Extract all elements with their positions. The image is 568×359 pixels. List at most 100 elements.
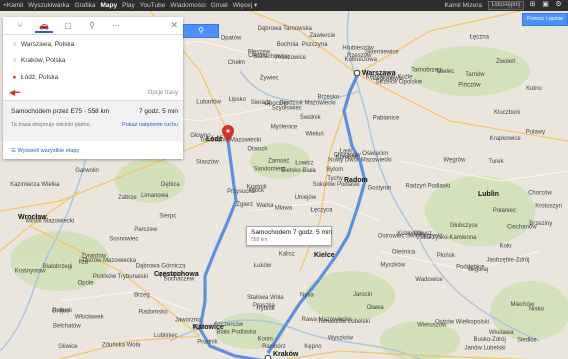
town-label: Radzyń Podlaski — [406, 184, 451, 190]
town-label: Biała Podlaska — [216, 330, 256, 336]
transit-icon[interactable]: ▢ — [59, 20, 77, 31]
town-label: Łowicz — [295, 161, 313, 167]
route-summary[interactable]: Samochodem przez E75 · 558 km 7 godz. 5 … — [3, 100, 183, 141]
town-label: Brzeziny — [529, 221, 552, 227]
town-label: Włocławek — [75, 315, 105, 321]
town-label: Jędrzejów — [156, 272, 184, 278]
directions-panel: ⑂ 🚗 ▢ ⚲ ··· ✕ ○ Warszawa, Polska ○ Kraków,… — [3, 17, 183, 159]
town-label: Piotrków Trybunalski — [93, 274, 148, 280]
town-label: Wieluń — [305, 131, 323, 137]
route-time: 7 godz. 5 min — [138, 108, 178, 115]
more-icon[interactable]: ··· — [107, 20, 125, 31]
waypoint-3[interactable]: ● Łódź, Polska — [11, 72, 171, 84]
town-label: Krotoszyn — [535, 204, 562, 210]
town-label: Chorzów — [528, 191, 552, 197]
town-label: Biłgoraj — [468, 267, 488, 273]
town-label: Sosnowiec — [109, 237, 138, 243]
car-icon[interactable]: 🚗 — [35, 20, 53, 33]
settings-icon[interactable]: ⚙ — [554, 1, 563, 9]
town-label: Opole — [78, 280, 95, 286]
town-label: Pińczów — [458, 82, 481, 88]
nav-images[interactable]: Grafika — [75, 1, 96, 10]
waypoint-2-label: Kraków, Polska — [21, 57, 66, 64]
town-label: Uniejów — [295, 195, 317, 201]
toll-warning: Ta trasa obejmuje odcinki płatne. — [11, 122, 92, 128]
town-label: Stalowa Wola — [247, 295, 284, 301]
marker-krakow[interactable] — [264, 354, 272, 359]
town-label: Busko-Zdrój — [474, 337, 506, 343]
town-label: Lipsko — [229, 97, 247, 103]
walk-icon[interactable]: ⚲ — [83, 20, 101, 31]
route-options-link[interactable]: Opcje trasy — [148, 90, 178, 96]
town-label: Bielsko-Biała — [281, 168, 316, 174]
town-label: Kolbuszowa — [345, 57, 378, 63]
waypoint-2[interactable]: ○ Kraków, Polska — [11, 55, 171, 67]
town-label: Myszków — [380, 262, 405, 268]
town-label: Puławy — [526, 130, 545, 136]
town-label: Nisko — [529, 307, 545, 313]
city-label: Kielce — [314, 252, 335, 259]
town-label: Żywiec — [260, 74, 279, 81]
nav-search[interactable]: Wyszukiwarka — [28, 1, 69, 10]
town-label: Praszka — [253, 303, 275, 309]
town-label: Oświęcim — [362, 151, 388, 157]
user-name[interactable]: Kamil Mizera — [444, 1, 482, 10]
notifications-icon[interactable]: ▣ — [541, 1, 550, 9]
close-icon[interactable]: ✕ — [170, 20, 178, 31]
town-label: Myślenice — [271, 125, 298, 131]
town-label: Kępno — [304, 344, 322, 350]
nav-maps[interactable]: Mapy — [101, 1, 118, 10]
directions-icon[interactable]: ⑂ — [11, 20, 29, 31]
all-steps-label: Wyświetl wszystkie etapy — [17, 148, 80, 154]
town-label: Kazimierza Wielka — [10, 182, 60, 188]
town-label: Kluczbork — [494, 110, 521, 116]
search-button[interactable]: ⚲ — [183, 24, 219, 38]
town-label: Dębica — [161, 182, 180, 188]
waypoint-3-label: Łódź, Polska — [21, 74, 59, 81]
town-label: Siedlce — [517, 337, 537, 343]
town-label: Łęczna — [470, 34, 490, 40]
town-label: Kraśnystaw — [15, 269, 47, 275]
all-steps-link[interactable]: ☰ Wyświetl wszystkie etapy — [11, 148, 79, 154]
town-label: Ryki — [192, 325, 204, 331]
town-label: Mielec — [437, 69, 454, 75]
city-label: Lublin — [478, 191, 499, 198]
nav-youtube[interactable]: YouTube — [140, 1, 166, 10]
destination-pin-icon: ● — [12, 74, 17, 81]
nav-play[interactable]: Play — [122, 1, 135, 10]
nav-gmail[interactable]: Gmail — [211, 1, 228, 10]
town-label: Włodawa — [489, 330, 514, 336]
route-title: Samochodem przez E75 · 558 km — [11, 108, 110, 115]
town-label: Pabianice — [373, 115, 400, 121]
nav-more[interactable]: Więcej ▾ — [233, 1, 258, 10]
town-label: Kutno — [526, 86, 542, 92]
nav-news[interactable]: Wiadomości — [170, 1, 205, 10]
town-label: Zabrze — [118, 195, 137, 201]
marker-warszawa[interactable] — [353, 69, 361, 77]
town-label: Tychy — [327, 176, 343, 182]
town-label: Chełm — [228, 60, 245, 66]
origin-dot-icon: ○ — [12, 41, 17, 48]
apps-icon[interactable]: ⊞ — [528, 1, 537, 9]
town-label: Pszczyna — [302, 42, 328, 48]
tooltip-duration: Samochodem 7 godz. 5 min — [251, 229, 332, 236]
google-nav: +Kamil Wyszukiwarka Grafika Mapy Play Yo… — [3, 1, 257, 10]
help-feedback-button[interactable]: Pomoc i opinie — [522, 13, 568, 26]
town-label: Janów Lubelski — [465, 345, 506, 351]
town-label: Połaniec — [493, 208, 516, 214]
show-traffic-link[interactable]: Pokaż natężenie ruchu — [122, 122, 178, 128]
nav-plus[interactable]: +Kamil — [3, 1, 23, 10]
share-button[interactable]: Udostępnij — [487, 1, 524, 10]
town-label: Białobrzegi — [43, 264, 73, 270]
town-label: Limanowa — [141, 193, 169, 199]
add-destination-arrow-icon[interactable]: ◀━ — [9, 88, 20, 97]
route-tooltip[interactable]: Samochodem 7 godz. 5 min 558 km — [246, 226, 332, 246]
town-label: Parczew — [134, 227, 158, 233]
town-label: Warka — [256, 203, 274, 209]
town-label: Strzelce Opolskie — [376, 79, 423, 85]
town-label: Wadowice — [415, 277, 443, 283]
town-label: Wieruszów — [417, 323, 447, 329]
waypoint-1-label: Warszawa, Polska — [21, 41, 75, 48]
waypoint-1[interactable]: ○ Warszawa, Polska — [11, 39, 171, 51]
town-label: Hrubieszów — [342, 45, 374, 51]
